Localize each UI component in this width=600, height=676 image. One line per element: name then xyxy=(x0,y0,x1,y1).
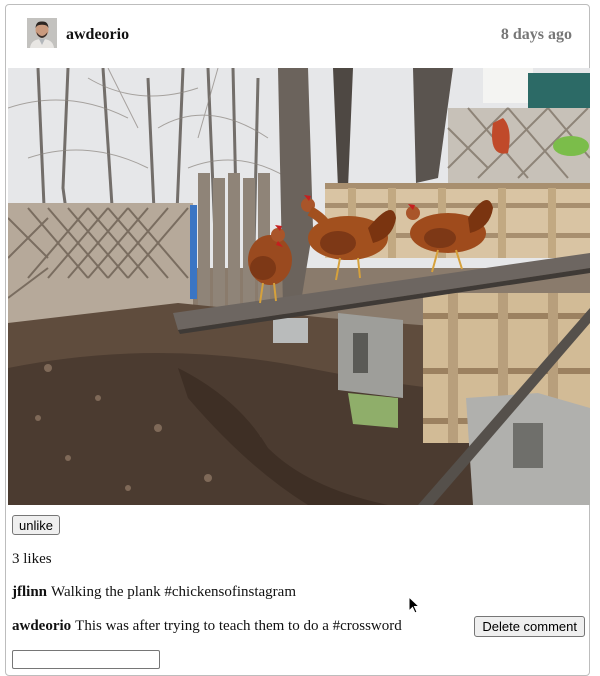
comment-input[interactable] xyxy=(12,650,160,669)
delete-comment-button[interactable]: Delete comment xyxy=(474,616,585,637)
comment-text: This was after trying to teach them to d… xyxy=(75,618,402,634)
chickens-photo xyxy=(8,68,590,505)
post-header: awdeorio 8 days ago xyxy=(6,5,589,68)
user-avatar-icon[interactable] xyxy=(27,18,57,48)
comment-text: Walking the plank #chickensofinstagram xyxy=(51,584,296,600)
comment-owner-link[interactable]: jflinn xyxy=(12,584,47,600)
post-card: awdeorio 8 days ago unlike 3 likes jflin… xyxy=(5,4,590,676)
post-timestamp-link[interactable]: 8 days ago xyxy=(501,26,572,44)
comment-owner-link[interactable]: awdeorio xyxy=(12,618,71,634)
mouse-cursor-icon xyxy=(408,596,420,614)
avatar-image xyxy=(27,18,57,48)
unlike-button[interactable]: unlike xyxy=(12,515,60,535)
comment: awdeorio This was after trying to teach t… xyxy=(12,618,402,635)
likes-count: 3 likes xyxy=(12,551,52,567)
comment: jflinn Walking the plank #chickensofinsta… xyxy=(12,584,296,601)
post-owner-link[interactable]: awdeorio xyxy=(66,26,129,44)
